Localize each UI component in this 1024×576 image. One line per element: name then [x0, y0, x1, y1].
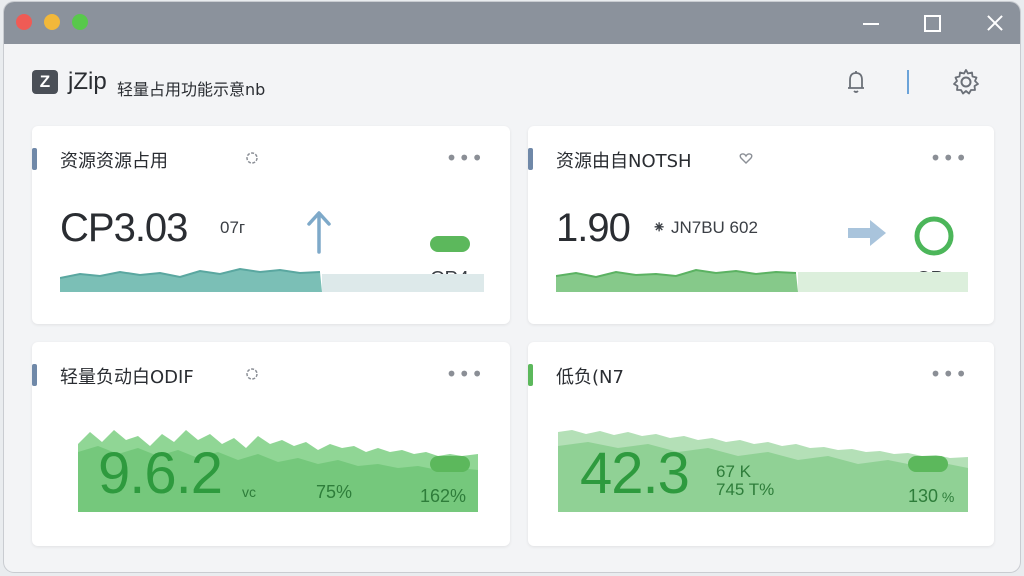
- status-pill: [430, 236, 470, 252]
- metric-card-resource-status[interactable]: 资源由自NOTSH ••• 1.90 ⁕ JN7BU 602 CP%: [528, 126, 994, 324]
- metric-secondary: vc: [242, 484, 256, 500]
- card-title: 资源资源占用: [60, 151, 168, 172]
- app-name: jZip: [68, 68, 107, 95]
- maximize-icon[interactable]: [919, 10, 945, 36]
- metric-secondary-1: 67 K: [716, 462, 751, 481]
- card-accent-bar: [32, 364, 37, 386]
- metric-value: 9.6.2: [98, 441, 223, 506]
- minimize-traffic-light[interactable]: [44, 14, 60, 30]
- more-options-button[interactable]: •••: [446, 362, 484, 386]
- metric-value: 1.90: [556, 206, 631, 250]
- status-pill: [908, 456, 948, 472]
- mid-percent: 75%: [316, 482, 353, 502]
- app-header: Z jZip 轻量占用功能示意nb: [4, 44, 1020, 122]
- notification-bell-icon[interactable]: [840, 66, 872, 98]
- more-options-button[interactable]: •••: [446, 146, 484, 170]
- status-sparkline: [556, 268, 968, 292]
- settings-gear-icon[interactable]: [950, 66, 982, 98]
- metric-secondary: 07ᴦ: [220, 218, 246, 237]
- more-options-button[interactable]: •••: [930, 362, 968, 386]
- app-subtitle: 轻量占用功能示意nb: [117, 80, 266, 99]
- metric-card-load[interactable]: 轻量负动白ODIF ••• 9.6.2 vc 75% 162%: [32, 342, 510, 546]
- close-icon[interactable]: [982, 10, 1008, 36]
- status-ring-icon: [914, 216, 954, 256]
- card-accent-bar: [32, 148, 37, 170]
- refresh-icon[interactable]: [244, 150, 260, 166]
- arrow-right-icon: [848, 220, 886, 246]
- app-window: Z jZip 轻量占用功能示意nb 资源资源占用 ••• CP3.03 07ᴦ …: [4, 2, 1020, 572]
- metric-card-low-load[interactable]: 低负(N7 ••• 42.3 67 K 745 T% 130 %: [528, 342, 994, 546]
- metric-card-resource-usage[interactable]: 资源资源占用 ••• CP3.03 07ᴦ CP4o: [32, 126, 510, 324]
- percent-label: 130 %: [908, 486, 955, 506]
- heart-icon[interactable]: [738, 150, 754, 166]
- usage-sparkline: [60, 267, 484, 292]
- metric-secondary: ⁕ JN7BU 602: [652, 218, 758, 237]
- zoom-traffic-light[interactable]: [72, 14, 88, 30]
- app-logo-icon: Z: [32, 70, 58, 94]
- more-options-button[interactable]: •••: [930, 146, 968, 170]
- arrow-up-icon: [307, 211, 331, 254]
- metric-value: CP3.03: [60, 206, 188, 250]
- close-traffic-light[interactable]: [16, 14, 32, 30]
- toolbar-divider: [907, 70, 909, 94]
- title-bar: [4, 2, 1020, 44]
- card-accent-bar: [528, 364, 533, 386]
- percent-label: 162%: [420, 486, 467, 506]
- refresh-icon[interactable]: [244, 366, 260, 382]
- minimize-icon[interactable]: [858, 10, 884, 36]
- card-title: 轻量负动白ODIF: [60, 367, 194, 388]
- metric-value: 42.3: [580, 441, 690, 506]
- status-pill: [430, 456, 470, 472]
- card-title: 资源由自NOTSH: [556, 151, 692, 172]
- metric-secondary-2: 745 T%: [716, 480, 775, 499]
- card-title: 低负(N7: [556, 367, 624, 388]
- card-accent-bar: [528, 148, 533, 170]
